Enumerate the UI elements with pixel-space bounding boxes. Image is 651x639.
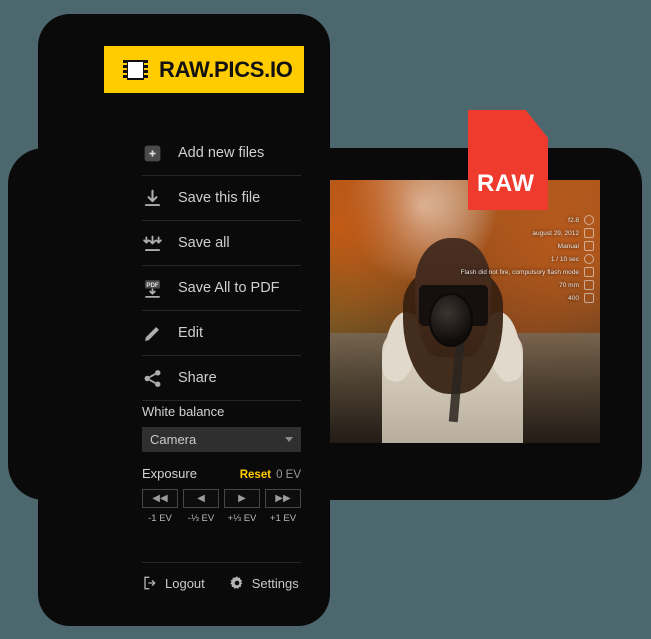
exif-row: Flash did not fire, compulsory flash mod… [460,267,594,277]
exif-value: Flash did not fire, compulsory flash mod… [460,268,580,276]
settings-label: Settings [251,575,299,591]
exif-value: 400 [568,294,579,302]
exif-value: f2.8 [568,216,579,224]
app-logo-text: RAW.PICS.IO [159,56,293,82]
pencil-icon [142,323,163,344]
menu-item-label: Add new files [178,145,265,161]
exif-row: august 29, 2012 [532,228,594,238]
exif-value: august 29, 2012 [532,229,579,237]
flash-icon [584,267,594,277]
white-balance-value: Camera [150,432,197,447]
iso-icon [584,293,594,303]
menu-item-save-all-to-pdf[interactable]: PDF Save All to PDF [142,266,301,311]
exposure-label: +⅓ EV [227,513,257,524]
menu-item-label: Save all [178,235,230,251]
exposure-reset-button[interactable]: Reset [240,469,271,481]
shutter-icon [584,254,594,264]
exif-row: 70 mm [559,280,594,290]
exif-row: f2.8 [568,215,594,225]
focal-length-icon [584,280,594,290]
exposure-title: Exposure [142,466,197,481]
download-all-icon [142,233,163,254]
film-strip-icon [123,59,148,80]
pdf-download-icon: PDF [142,278,163,299]
bottom-bar: Logout Settings [142,562,301,591]
logout-label: Logout [165,575,205,591]
menu-item-label: Save this file [178,190,261,206]
gear-icon [229,575,245,591]
settings-button[interactable]: Settings [229,575,299,591]
exif-row: 1 / 10 sec [551,254,594,264]
menu-item-label: Share [178,370,217,386]
exposure-button-plus-third-ev[interactable]: ▶ [224,489,260,508]
aperture-icon [584,215,594,225]
app-panel: RAW.PICS.IO Add new files Save this file… [38,14,330,626]
download-icon [142,188,163,209]
exposure-label: -⅓ EV [187,513,215,524]
exposure-section: Exposure Reset 0 EV ◀◀ ◀ ▶ ▶▶ -1 EV -⅓ E… [142,466,301,524]
logout-button[interactable]: Logout [142,575,205,591]
main-menu: Add new files Save this file Save all PD… [142,131,301,401]
exif-value: 70 mm [559,281,579,289]
calendar-icon [584,228,594,238]
exif-value: 1 / 10 sec [550,255,579,263]
menu-item-save-all[interactable]: Save all [142,221,301,266]
exposure-button-plus-1ev[interactable]: ▶▶ [265,489,301,508]
white-balance-select[interactable]: Camera [142,427,301,452]
raw-file-badge: RAW [468,110,548,210]
exif-value: Manual [557,242,579,250]
exposure-buttons: ◀◀ ◀ ▶ ▶▶ [142,489,301,508]
menu-item-label: Save All to PDF [178,280,280,296]
menu-item-edit[interactable]: Edit [142,311,301,356]
exposure-button-minus-third-ev[interactable]: ◀ [183,489,219,508]
exif-row: 400 [568,293,594,303]
share-icon [142,368,163,389]
menu-item-save-this-file[interactable]: Save this file [142,176,301,221]
plus-box-icon [142,143,163,164]
exposure-label: -1 EV [148,513,172,524]
menu-item-share[interactable]: Share [142,356,301,401]
exposure-button-minus-1ev[interactable]: ◀◀ [142,489,178,508]
exposure-header: Exposure Reset 0 EV [142,466,301,481]
menu-item-add-new-files[interactable]: Add new files [142,131,301,176]
app-logo[interactable]: RAW.PICS.IO [104,46,304,93]
exif-row: Manual [558,241,594,251]
exif-overlay: f2.8 august 29, 2012 Manual 1 / 10 sec F… [460,215,594,303]
logout-icon [142,575,158,591]
svg-text:PDF: PDF [146,281,158,288]
white-balance-label: White balance [142,404,225,419]
exposure-value: 0 EV [276,469,301,481]
exposure-label: +1 EV [269,513,297,524]
white-balance-section: White balance Camera [142,404,301,452]
exposure-button-labels: -1 EV -⅓ EV +⅓ EV +1 EV [142,513,301,524]
raw-badge-label: RAW [477,170,535,197]
mode-icon [584,241,594,251]
menu-item-label: Edit [178,325,203,341]
chevron-down-icon [285,437,293,442]
